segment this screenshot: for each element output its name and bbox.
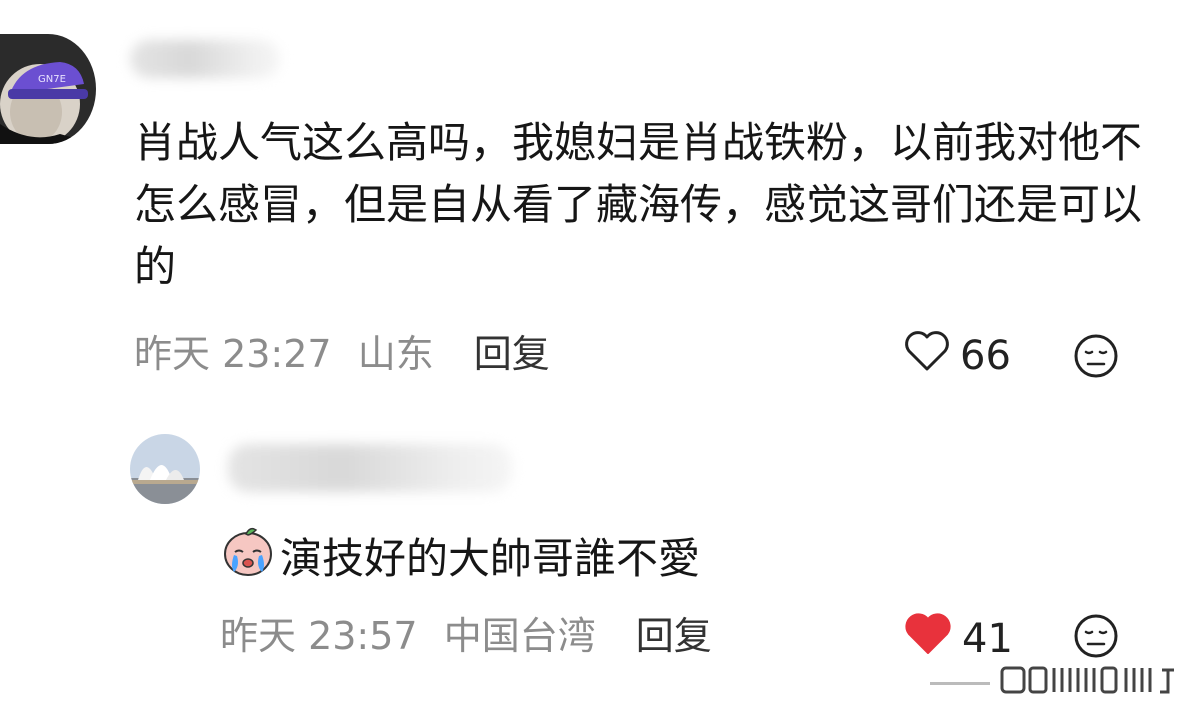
- crying-peach-emoji-icon: [220, 522, 276, 595]
- reply-content: 演技好的大帥哥誰不愛: [220, 522, 700, 595]
- comment-text: 肖战人气这么高吗，我媳妇是肖战铁粉，以前我对他不怎么感冒，但是自从看了藏海传，感…: [134, 118, 1143, 291]
- reply-location: 中国台湾: [443, 614, 596, 658]
- reply-time: 昨天 23:57: [220, 614, 418, 658]
- reply-button[interactable]: 回复: [636, 614, 712, 658]
- reply-text: 演技好的大帥哥誰不愛: [280, 533, 701, 583]
- like-count: 41: [962, 616, 1013, 662]
- neutral-face-icon: [1072, 612, 1120, 664]
- svg-text:GN7E: GN7E: [38, 74, 66, 85]
- replier-name-blurred: [228, 444, 512, 492]
- heart-filled-icon: [904, 612, 952, 666]
- reply-dislike-button[interactable]: [1072, 612, 1120, 664]
- watermark-logo: [930, 662, 1180, 698]
- sydney-opera-house-avatar-icon: [130, 434, 200, 504]
- comment-time: 昨天 23:27: [134, 332, 332, 376]
- reply-like-button[interactable]: 41: [904, 612, 1013, 666]
- comment-dislike-button[interactable]: [1072, 332, 1120, 384]
- watermark-logo-icon: [930, 666, 1174, 694]
- comment-location: 山东: [357, 332, 434, 376]
- comment-content: 肖战人气这么高吗，我媳妇是肖战铁粉，以前我对他不怎么感冒，但是自从看了藏海传，感…: [134, 112, 1154, 298]
- heart-outline-icon: [904, 330, 950, 382]
- comment-meta: 昨天 23:27 山东 回复: [134, 330, 550, 378]
- person-with-cap-avatar-icon: GN7E: [0, 34, 96, 144]
- reply-button[interactable]: 回复: [474, 332, 550, 376]
- reply-meta: 昨天 23:57 中国台湾 回复: [220, 612, 712, 660]
- commenter-name-blurred: [130, 40, 280, 78]
- like-count: 66: [960, 333, 1011, 379]
- commenter-avatar[interactable]: GN7E: [0, 34, 96, 144]
- comment-like-button[interactable]: 66: [904, 330, 1011, 382]
- neutral-face-icon: [1072, 332, 1120, 384]
- replier-avatar[interactable]: [130, 434, 200, 504]
